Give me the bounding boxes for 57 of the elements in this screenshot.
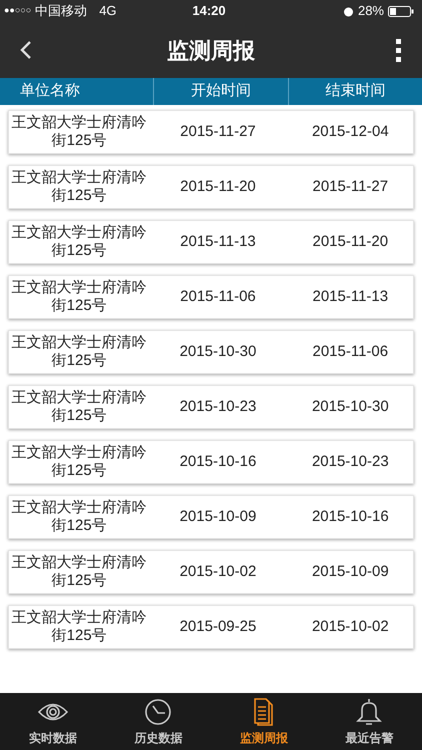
start-date: 2015-10-16 [178,452,258,472]
time-text: 14:20 [192,2,226,20]
start-date: 2015-09-25 [178,616,258,637]
start-date: 2015-11-20 [179,176,257,197]
start-date: 2015-11-27 [179,122,257,142]
unit-name: 王文韶大学士府清吟街125号 [10,334,148,370]
report-row[interactable]: 王文韶大学士府清吟街125号 2015-10-09 2015-10-16 [8,495,414,539]
start-date: 2015-10-30 [178,342,258,362]
battery-icon [388,6,414,16]
unit-name: 王文韶大学士府清吟街125号 [10,609,148,645]
start-date: 2015-11-06 [179,286,257,307]
unit-name: 王文韶大学士府清吟街125号 [10,169,148,205]
alarm-icon [342,6,354,16]
report-row[interactable]: 王文韶大学士府清吟街125号 2015-11-20 2015-11-27 [8,165,414,209]
report-row[interactable]: 王文韶大学士府清吟街125号 2015-10-02 2015-10-09 [8,550,414,594]
start-date: 2015-10-23 [178,396,258,417]
end-date: 2015-10-02 [310,616,390,637]
unit-name: 王文韶大学士府清吟街125号 [10,444,148,480]
page-title: 监测周报 [167,36,255,64]
more-icon [396,38,402,62]
end-date: 2015-10-23 [310,452,390,472]
unit-name: 王文韶大学士府清吟街125号 [10,389,148,425]
battery-text: 28% [358,2,384,20]
report-row[interactable]: 王文韶大学士府清吟街125号 2015-10-16 2015-10-23 [8,440,414,484]
end-date: 2015-10-30 [310,396,390,417]
end-date: 2015-11-13 [312,286,390,307]
unit-name: 王文韶大学士府清吟街125号 [10,224,148,260]
tab-item[interactable]: 监测周报 [211,693,316,750]
column-header: 结束时间 [325,81,386,102]
network-text: 4G [99,2,117,20]
end-date: 2015-10-09 [310,562,390,582]
unit-name: 王文韶大学士府清吟街125号 [10,114,148,150]
report-row[interactable]: 王文韶大学士府清吟街125号 2015-10-23 2015-10-30 [8,385,414,429]
column-header: 开始时间 [190,81,251,102]
unit-name: 王文韶大学士府清吟街125号 [10,554,148,590]
start-date: 2015-10-09 [178,506,258,527]
unit-name: 王文韶大学士府清吟街125号 [10,499,148,535]
end-date: 2015-12-04 [310,122,390,142]
tab-item[interactable]: 实时数据 [0,693,106,750]
carrier-text: 中国移动 [35,2,88,20]
unit-name: 王文韶大学士府清吟街125号 [10,279,148,315]
back-icon [20,40,32,60]
report-row[interactable]: 王文韶大学士府清吟街125号 2015-09-25 2015-10-02 [8,605,414,649]
end-date: 2015-11-20 [312,232,390,252]
report-row[interactable]: 王文韶大学士府清吟街125号 2015-11-27 2015-12-04 [8,110,414,154]
signal-text: ●●○○○ [4,4,32,18]
report-row[interactable]: 王文韶大学士府清吟街125号 2015-10-30 2015-11-06 [8,330,414,374]
end-date: 2015-11-27 [312,176,390,197]
report-row[interactable]: 王文韶大学士府清吟街125号 2015-11-13 2015-11-20 [8,220,414,264]
end-date: 2015-10-16 [310,506,390,527]
end-date: 2015-11-06 [312,342,390,362]
tab-item[interactable]: 最近告警 [316,693,422,750]
report-row[interactable]: 王文韶大学士府清吟街125号 2015-11-06 2015-11-13 [8,275,414,319]
tab-item[interactable]: 历史数据 [106,693,211,750]
start-date: 2015-11-13 [179,232,257,252]
start-date: 2015-10-02 [178,562,258,582]
column-header: 单位名称 [20,81,80,102]
